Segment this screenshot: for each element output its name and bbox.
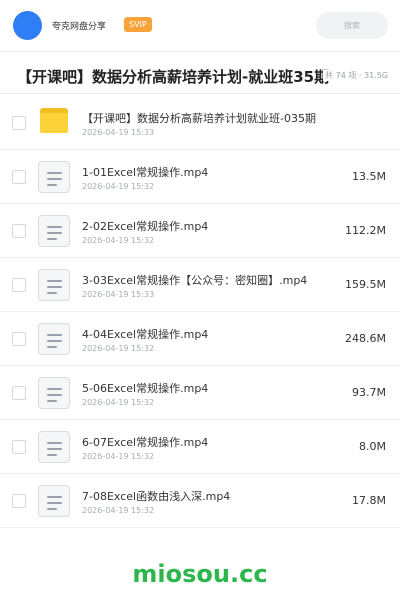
share-name: 夸克网盘分享 [52,22,107,32]
file-row[interactable]: 5-06Excel常规操作.mp4 2026-04-19 15:32 93.7M [0,366,400,420]
item-date: 2026-04-19 15:32 [82,452,155,461]
row-checkbox[interactable] [12,170,26,184]
item-name[interactable]: 【开课吧】数据分析高薪培养计划就业班-035期 [82,110,316,126]
svip-badge: SVIP [124,17,152,32]
item-size: 112.2M [345,224,386,237]
page-title: 【开课吧】数据分析高薪培养计划-就业班35期 [17,68,330,86]
row-checkbox[interactable] [12,278,26,292]
item-name[interactable]: 7-08Excel函数由浅入深.mp4 [82,488,230,504]
search-input[interactable]: 搜索 [316,12,388,39]
item-size: 13.5M [352,170,386,183]
folder-row[interactable]: 【开课吧】数据分析高薪培养计划就业班-035期 2026-04-19 15:33 [0,96,400,150]
row-checkbox[interactable] [12,116,26,130]
item-date: 2026-04-19 15:33 [82,128,155,137]
item-date: 2026-04-19 15:32 [82,182,155,191]
item-name[interactable]: 3-03Excel常规操作【公众号：密知圈】.mp4 [82,272,307,288]
file-icon [38,215,70,247]
row-checkbox[interactable] [12,440,26,454]
file-list: 【开课吧】数据分析高薪培养计划就业班-035期 2026-04-19 15:33 1… [0,96,400,528]
item-name[interactable]: 6-07Excel常规操作.mp4 [82,434,208,450]
file-row[interactable]: 1-01Excel常规操作.mp4 2026-04-19 15:32 13.5M [0,150,400,204]
watermark: miosou.cc [132,560,268,588]
item-size: 93.7M [352,386,386,399]
folder-stats: 共 74 项 · 31.5G [323,70,388,81]
file-row[interactable]: 4-04Excel常规操作.mp4 2026-04-19 15:32 248.6M [0,312,400,366]
file-icon [38,323,70,355]
item-size: 248.6M [345,332,386,345]
row-checkbox[interactable] [12,494,26,508]
item-name[interactable]: 5-06Excel常规操作.mp4 [82,380,208,396]
folder-header: 【开课吧】数据分析高薪培养计划-就业班35期 共 74 项 · 31.5G [0,56,400,94]
file-row[interactable]: 3-03Excel常规操作【公众号：密知圈】.mp4 2026-04-19 15:… [0,258,400,312]
file-row[interactable]: 6-07Excel常规操作.mp4 2026-04-19 15:32 8.0M [0,420,400,474]
row-checkbox[interactable] [12,224,26,238]
file-row[interactable]: 7-08Excel函数由浅入深.mp4 2026-04-19 15:32 17.8M [0,474,400,528]
item-date: 2026-04-19 15:32 [82,506,155,515]
file-icon [38,431,70,463]
item-date: 2026-04-19 15:33 [82,290,155,299]
row-checkbox[interactable] [12,386,26,400]
file-row[interactable]: 2-02Excel常规操作.mp4 2026-04-19 15:32 112.2M [0,204,400,258]
item-name[interactable]: 2-02Excel常规操作.mp4 [82,218,208,234]
item-size: 8.0M [359,440,386,453]
file-icon [38,161,70,193]
top-bar: 夸克网盘分享 SVIP 搜索 [0,0,400,52]
item-size: 159.5M [345,278,386,291]
item-date: 2026-04-19 15:32 [82,398,155,407]
file-icon [38,269,70,301]
row-checkbox[interactable] [12,332,26,346]
item-date: 2026-04-19 15:32 [82,236,155,245]
item-name[interactable]: 1-01Excel常规操作.mp4 [82,164,208,180]
avatar[interactable] [13,11,42,40]
file-icon [38,485,70,517]
item-size: 17.8M [352,494,386,507]
folder-icon [40,108,68,133]
item-date: 2026-04-19 15:32 [82,344,155,353]
file-icon [38,377,70,409]
item-name[interactable]: 4-04Excel常规操作.mp4 [82,326,208,342]
